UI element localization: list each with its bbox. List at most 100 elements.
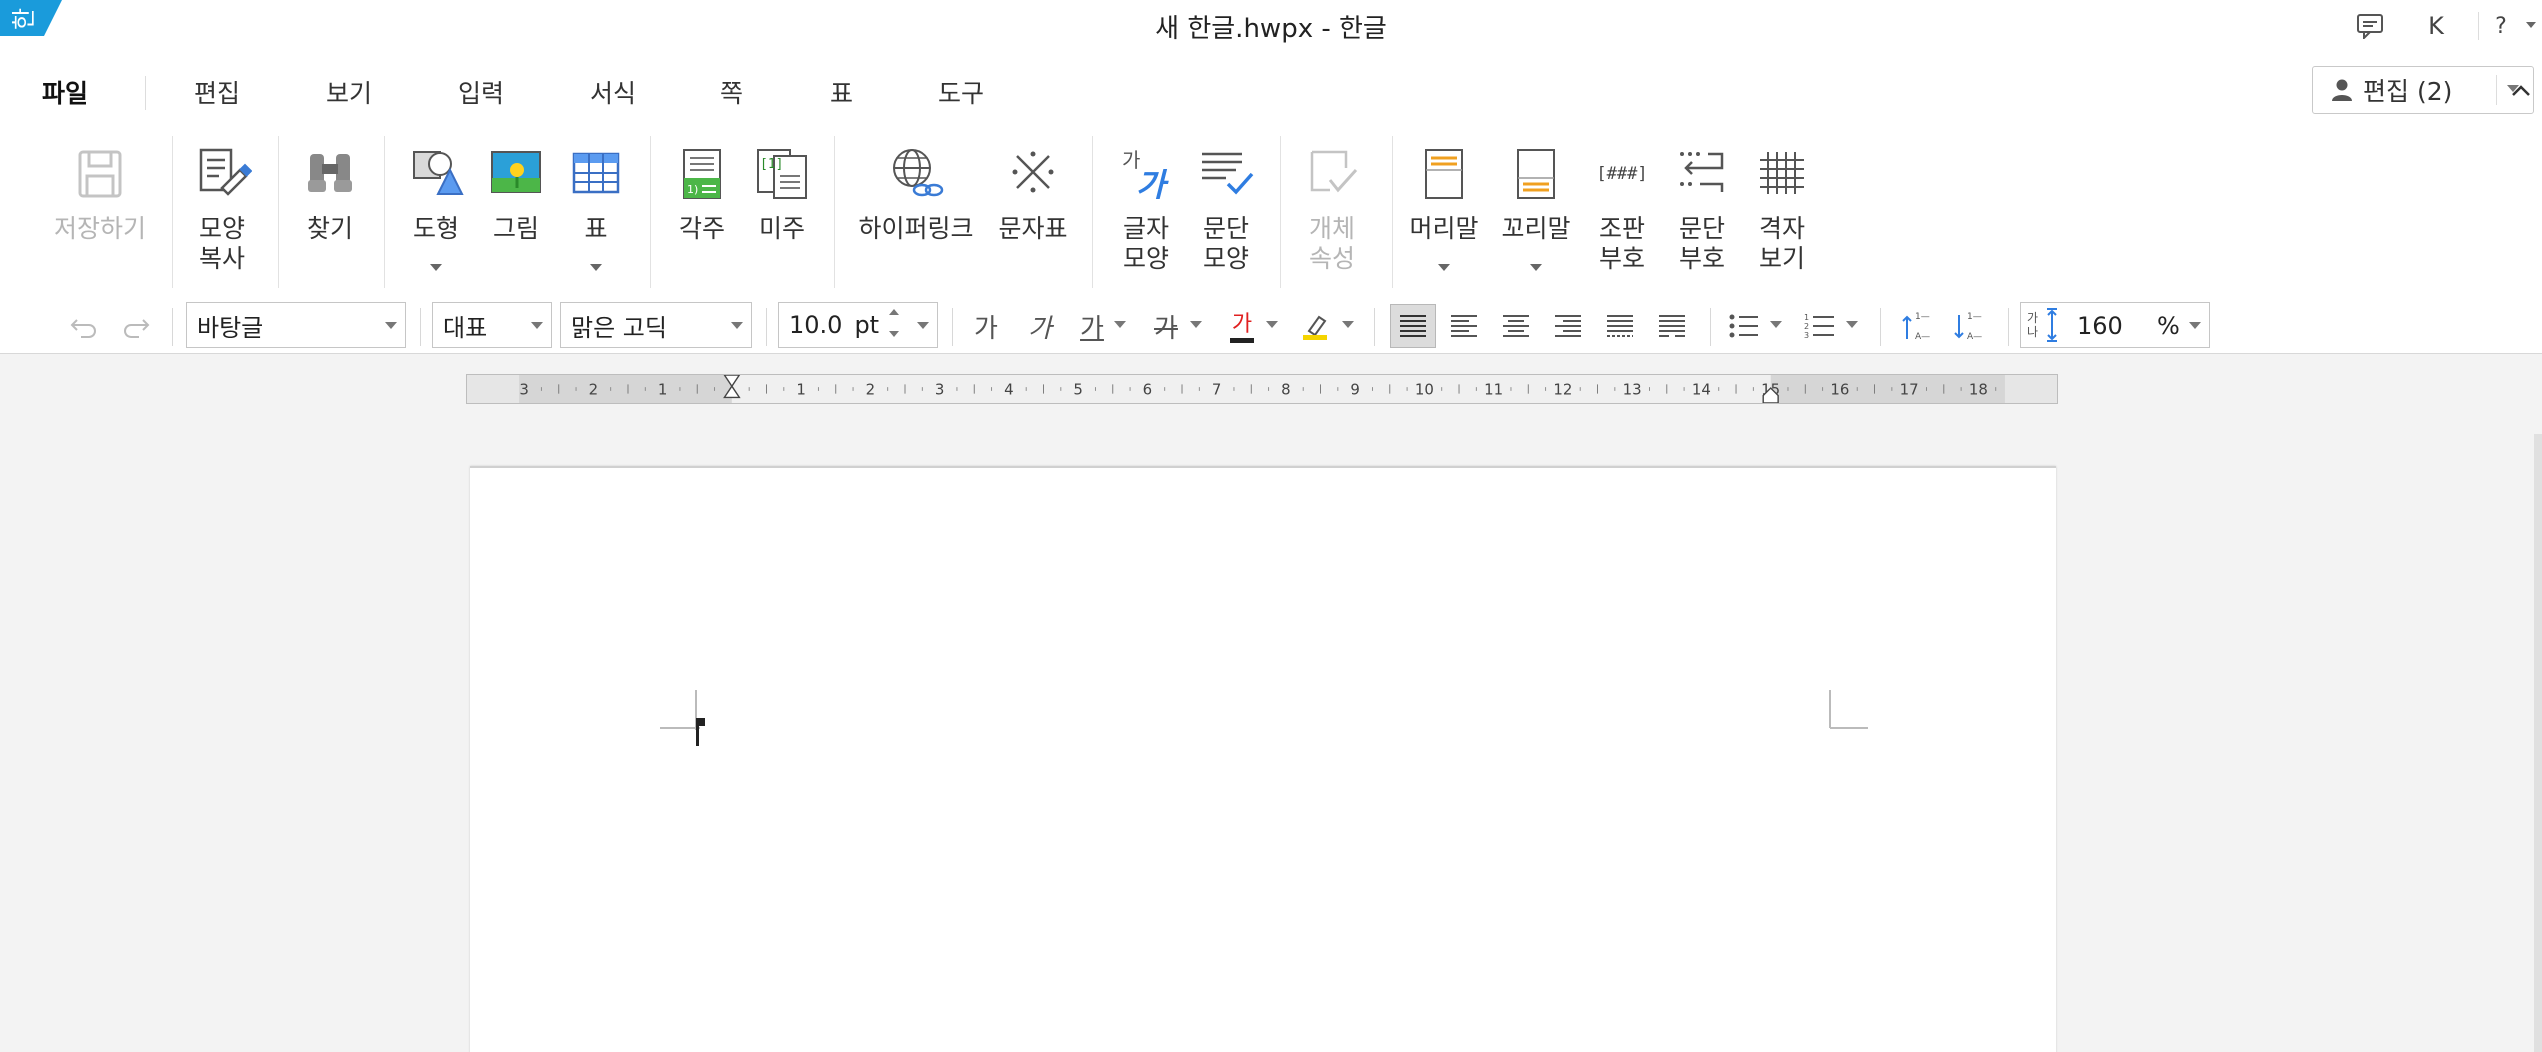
toolbar-separator	[172, 308, 173, 346]
ruler-label: 2	[589, 381, 599, 399]
bullet-list-button[interactable]	[1724, 306, 1764, 346]
menu-tab-format[interactable]: 서식	[590, 74, 636, 110]
bold-button[interactable]: 가	[966, 306, 1006, 346]
increase-level-button[interactable]: 1— A—	[1950, 306, 1990, 346]
shape-dropdown-icon[interactable]	[430, 264, 442, 271]
edit-mode-dropdown[interactable]: 편집 (2)	[2312, 66, 2534, 114]
header-dropdown-icon[interactable]	[1438, 264, 1450, 271]
ruler-label: 18	[1969, 381, 1988, 399]
header-icon	[1425, 149, 1463, 199]
strikethrough-button[interactable]: 가	[1146, 306, 1186, 346]
font-color-dropdown-icon[interactable]	[1266, 321, 1278, 328]
toolbar-separator	[2008, 308, 2009, 346]
ribbon-separator	[650, 136, 651, 288]
help-dropdown-icon[interactable]	[2526, 22, 2536, 28]
grid-view-label: 격자 보기	[1758, 214, 1805, 273]
ruler-label: 8	[1281, 381, 1291, 399]
redo-button[interactable]	[116, 306, 156, 346]
format-painter-icon	[199, 148, 252, 196]
svg-text:1—: 1—	[1915, 312, 1930, 322]
edit-mode-divider	[2496, 75, 2497, 105]
toolbar-separator	[952, 308, 953, 346]
align-center-button[interactable]	[1496, 306, 1536, 346]
underline-dropdown-icon[interactable]	[1114, 321, 1126, 328]
size-up-icon[interactable]	[889, 309, 899, 315]
align-distribute-button[interactable]	[1600, 306, 1640, 346]
style-select[interactable]: 바탕글	[186, 302, 406, 348]
account-button[interactable]: K	[2416, 8, 2456, 44]
grid-view-button[interactable]: 격자 보기	[1750, 130, 1814, 300]
menu-tab-tools[interactable]: 도구	[938, 74, 984, 110]
find-button[interactable]: 찾기	[298, 130, 362, 300]
char-map-label: 문자표	[998, 214, 1068, 243]
object-props-button[interactable]: 개체 속성	[1302, 130, 1362, 300]
svg-text:[1]: [1]	[760, 157, 783, 172]
ruler-label: 13	[1623, 381, 1642, 399]
copy-format-label: 모양 복사	[198, 214, 245, 273]
highlight-dropdown-icon[interactable]	[1342, 321, 1354, 328]
bullet-list-icon	[1729, 314, 1758, 338]
line-spacing-input[interactable]: 가나 160 %	[2020, 302, 2210, 348]
para-shape-button[interactable]: 문단 모양	[1196, 130, 1256, 300]
align-distribute-icon	[1607, 315, 1633, 337]
size-down-icon[interactable]	[889, 331, 899, 337]
italic-button[interactable]: 가	[1020, 306, 1060, 346]
ruler-label: 3	[519, 381, 529, 399]
window-title: 새 한글.hwpx - 한글	[1155, 14, 1387, 44]
menu-tab-edit[interactable]: 편집	[194, 74, 240, 110]
language-select[interactable]: 대표	[432, 302, 552, 348]
undo-button[interactable]	[64, 306, 104, 346]
bullet-list-dropdown-icon[interactable]	[1770, 321, 1782, 328]
collapse-ribbon-icon[interactable]	[2508, 78, 2534, 104]
char-map-button[interactable]: 문자표	[998, 130, 1068, 300]
underline-button[interactable]: 가	[1072, 306, 1112, 346]
menu-tab-view[interactable]: 보기	[326, 74, 372, 110]
font-select[interactable]: 맑은 고딕	[560, 302, 752, 348]
footer-button[interactable]: 꼬리말	[1501, 130, 1571, 300]
align-justify-button[interactable]	[1390, 304, 1436, 348]
comment-icon[interactable]	[2350, 8, 2390, 44]
menu-tab-page[interactable]: 쪽	[720, 74, 743, 110]
copy-format-button[interactable]: 모양 복사	[192, 130, 252, 300]
ribbon-separator	[278, 136, 279, 288]
strikethrough-dropdown-icon[interactable]	[1190, 321, 1202, 328]
hyperlink-button[interactable]: 하이퍼링크	[858, 130, 974, 300]
ruler-label: 1	[658, 381, 668, 399]
horizontal-ruler[interactable]: 321123456789101112131415161718	[466, 374, 2058, 404]
menu-tab-file[interactable]: 파일	[42, 74, 88, 110]
ribbon-separator	[384, 136, 385, 288]
align-left-button[interactable]	[1444, 306, 1484, 346]
numbered-list-button[interactable]: 123	[1800, 306, 1840, 346]
help-button[interactable]: ?	[2484, 8, 2518, 44]
font-size-input[interactable]: 10.0 pt	[778, 302, 938, 348]
char-shape-icon-main: 가	[1136, 166, 1166, 204]
title-bar: 한 새 한글.hwpx - 한글 K ?	[0, 0, 2542, 52]
ruler-label: 11	[1484, 381, 1503, 399]
footer-dropdown-icon[interactable]	[1530, 264, 1542, 271]
align-split-button[interactable]	[1652, 306, 1692, 346]
ruler-label: 4	[1004, 381, 1014, 399]
object-props-icon	[1310, 150, 1358, 193]
document-area[interactable]: 321123456789101112131415161718	[0, 354, 2542, 1052]
numbered-list-dropdown-icon[interactable]	[1846, 321, 1858, 328]
table-button[interactable]: 표	[566, 130, 626, 300]
menu-tab-table[interactable]: 표	[830, 74, 853, 110]
chevron-down-icon	[531, 322, 543, 329]
increase-level-icon: 1— A—	[1954, 312, 1982, 342]
endnote-label: 미주	[758, 214, 805, 243]
endnote-button[interactable]: [1] 미주	[752, 130, 812, 300]
layout-marks-icon: [###]	[1592, 144, 1652, 204]
ruler-label: 10	[1415, 381, 1434, 399]
ruler-label: 14	[1692, 381, 1711, 399]
edit-mode-label: 편집 (2)	[2363, 77, 2453, 106]
highlight-button[interactable]	[1296, 306, 1336, 346]
toolbar-separator	[420, 308, 421, 346]
table-dropdown-icon[interactable]	[590, 264, 602, 271]
align-right-button[interactable]	[1548, 306, 1588, 346]
vertical-scrollbar[interactable]	[2534, 434, 2542, 1052]
save-button[interactable]: 저장하기	[54, 130, 146, 300]
document-page[interactable]	[470, 466, 2056, 1052]
decrease-level-button[interactable]: 1— A—	[1898, 306, 1938, 346]
header-button[interactable]: 머리말	[1409, 130, 1479, 300]
menu-tab-insert[interactable]: 입력	[458, 74, 504, 110]
